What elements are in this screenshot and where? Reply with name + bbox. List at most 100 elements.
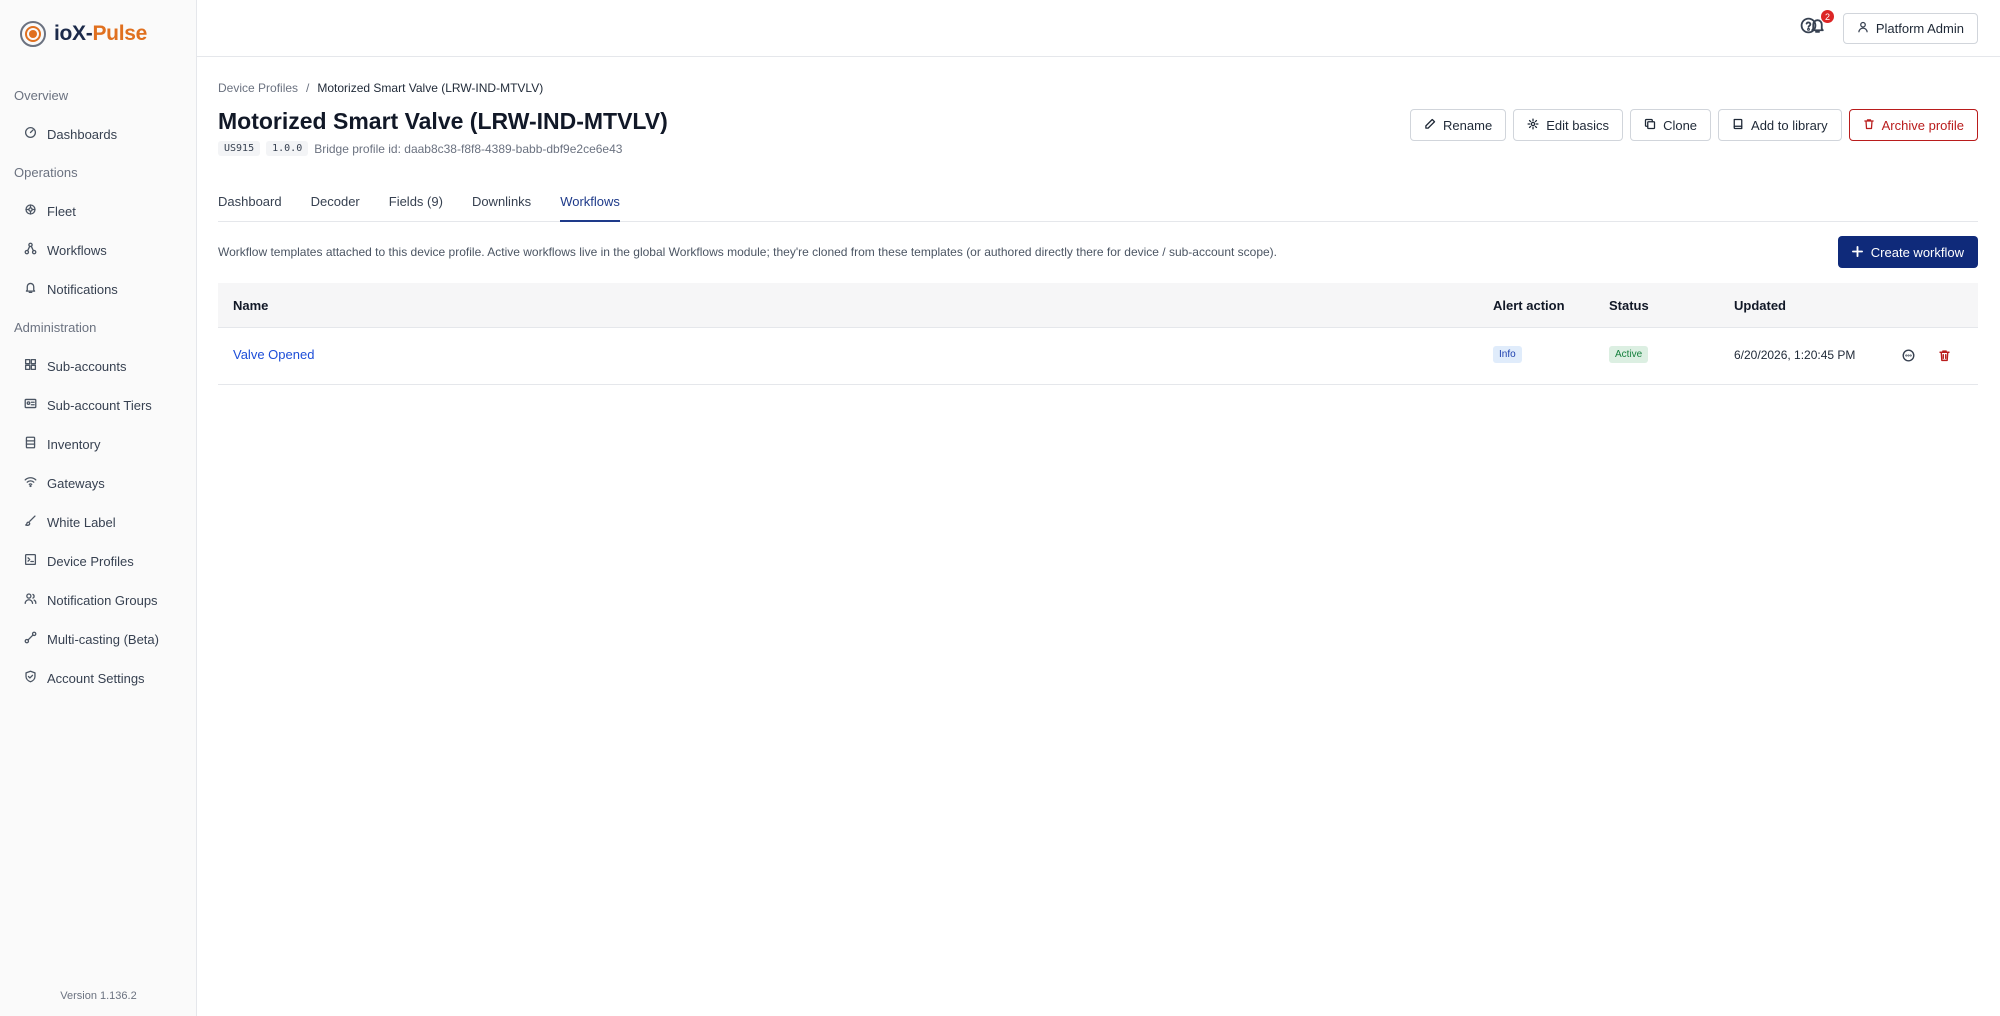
- edit-basics-button[interactable]: Edit basics: [1513, 109, 1624, 141]
- wifi-icon: [24, 475, 37, 491]
- add-to-library-label: Add to library: [1751, 117, 1828, 133]
- sidebar-item-label: Sub-accounts: [47, 358, 127, 374]
- status-badge: Active: [1609, 346, 1649, 363]
- region-chip: US915: [218, 141, 261, 156]
- breadcrumb-current: Motorized Smart Valve (LRW-IND-MTVLV): [317, 81, 544, 95]
- tab-downlinks[interactable]: Downlinks: [472, 186, 531, 222]
- help-button[interactable]: [1797, 17, 1819, 39]
- more-circle-icon: [1902, 349, 1915, 366]
- breadcrumb-separator: /: [306, 81, 310, 95]
- sidebar-item-label: Notification Groups: [47, 592, 158, 608]
- sidebar-item-label: Notifications: [47, 281, 118, 297]
- trash-icon: [1863, 118, 1875, 133]
- app-logo[interactable]: ioX-Pulse: [20, 20, 147, 48]
- alert-action-badge: Info: [1493, 346, 1522, 363]
- rename-label: Rename: [1443, 117, 1493, 133]
- sidebar-item-multi-casting[interactable]: Multi-casting (Beta): [24, 628, 159, 650]
- book-icon: [1732, 118, 1744, 133]
- sidebar-item-label: Account Settings: [47, 670, 145, 686]
- broadcast-icon: [24, 631, 37, 647]
- nav-section-overview: Overview: [14, 88, 69, 103]
- top-bar: 2 Platform Admin: [197, 0, 2000, 57]
- sidebar-item-fleet[interactable]: Fleet: [24, 200, 76, 222]
- sidebar-item-label: Workflows: [47, 242, 107, 258]
- help-icon: [1800, 17, 1817, 39]
- sidebar-item-gateways[interactable]: Gateways: [24, 472, 105, 494]
- tab-decoder[interactable]: Decoder: [311, 186, 360, 222]
- logo-icon: [20, 21, 46, 47]
- inventory-icon: [24, 436, 37, 452]
- plus-icon: [1851, 245, 1863, 260]
- clone-button[interactable]: Clone: [1630, 109, 1712, 141]
- archive-profile-button[interactable]: Archive profile: [1848, 109, 1978, 141]
- nav-section-operations: Operations: [14, 165, 78, 180]
- sidebar-item-dashboards[interactable]: Dashboards: [24, 123, 117, 145]
- gear-icon: [1527, 117, 1539, 133]
- fleet-icon: [24, 203, 37, 219]
- user-icon: [1857, 21, 1869, 36]
- breadcrumb: Device Profiles / Motorized Smart Valve …: [218, 81, 543, 95]
- sidebar-item-notification-groups[interactable]: Notification Groups: [24, 589, 158, 611]
- sidebar: ioX-Pulse Overview Dashboards Operations…: [0, 0, 197, 1016]
- sidebar-item-workflows[interactable]: Workflows: [24, 239, 107, 261]
- profile-tabs: Dashboard Decoder Fields (9) Downlinks W…: [218, 186, 1978, 222]
- sidebar-item-inventory[interactable]: Inventory: [24, 433, 100, 455]
- shield-icon: [24, 670, 37, 686]
- column-header-status[interactable]: Status: [1609, 298, 1649, 313]
- workflows-table: Name Alert action Status Updated Valve O…: [218, 283, 1978, 385]
- sidebar-item-notifications[interactable]: Notifications: [24, 278, 118, 300]
- workflows-description: Workflow templates attached to this devi…: [218, 245, 1278, 259]
- sidebar-item-account-settings[interactable]: Account Settings: [24, 667, 145, 689]
- profile-meta: US915 1.0.0 Bridge profile id: daab8c38-…: [218, 141, 622, 156]
- profile-actions: Rename Edit basics Clone Add to library …: [1410, 109, 1978, 141]
- sidebar-item-label: Dashboards: [47, 126, 118, 142]
- archive-label: Archive profile: [1881, 117, 1964, 133]
- workflow-name-link[interactable]: Valve Opened: [233, 347, 314, 362]
- tab-fields[interactable]: Fields (9): [389, 186, 443, 222]
- edit-basics-label: Edit basics: [1546, 117, 1610, 133]
- grid-icon: [24, 358, 37, 374]
- column-header-updated[interactable]: Updated: [1734, 298, 1786, 313]
- user-menu-button[interactable]: Platform Admin: [1842, 13, 1978, 44]
- sidebar-item-label: Multi-casting (Beta): [47, 631, 159, 647]
- users-icon: [24, 592, 37, 608]
- sidebar-item-label: Inventory: [47, 436, 101, 452]
- column-header-name[interactable]: Name: [233, 298, 268, 313]
- rename-button[interactable]: Rename: [1410, 109, 1507, 141]
- updated-timestamp: 6/20/2026, 1:20:45 PM: [1734, 348, 1856, 362]
- sidebar-item-label: Device Profiles: [47, 553, 134, 569]
- tab-workflows[interactable]: Workflows: [560, 186, 620, 222]
- breadcrumb-link-device-profiles[interactable]: Device Profiles: [218, 81, 298, 95]
- tab-dashboard[interactable]: Dashboard: [218, 186, 282, 222]
- column-header-alert-action[interactable]: Alert action: [1493, 298, 1565, 313]
- app-version: Version 1.136.2: [60, 990, 137, 1002]
- pencil-icon: [1424, 118, 1436, 133]
- page-title: Motorized Smart Valve (LRW-IND-MTVLV): [218, 108, 668, 134]
- sidebar-item-device-profiles[interactable]: Device Profiles: [24, 550, 134, 572]
- sidebar-item-label: Gateways: [47, 475, 105, 491]
- trash-icon: [1938, 349, 1951, 366]
- clone-label: Clone: [1663, 117, 1698, 133]
- create-workflow-button[interactable]: Create workflow: [1837, 236, 1978, 268]
- logo-text: ioX-Pulse: [54, 22, 147, 45]
- sidebar-item-label: Fleet: [47, 203, 76, 219]
- delete-workflow-button[interactable]: [1938, 349, 1953, 364]
- sidebar-item-sub-account-tiers[interactable]: Sub-account Tiers: [24, 394, 152, 416]
- create-workflow-label: Create workflow: [1870, 244, 1964, 260]
- add-to-library-button[interactable]: Add to library: [1718, 109, 1842, 141]
- table-row: Valve Opened Info Active 6/20/2026, 1:20…: [218, 328, 1978, 385]
- copy-icon: [1644, 118, 1656, 133]
- sidebar-item-label: White Label: [47, 514, 116, 530]
- dashboard-icon: [24, 126, 37, 142]
- version-chip: 1.0.0: [266, 141, 309, 156]
- workflow-icon: [24, 242, 37, 258]
- sidebar-item-white-label[interactable]: White Label: [24, 511, 116, 533]
- sidebar-item-sub-accounts[interactable]: Sub-accounts: [24, 355, 127, 377]
- bell-icon: [24, 281, 37, 297]
- user-name: Platform Admin: [1875, 21, 1964, 36]
- nav-section-administration: Administration: [14, 320, 97, 335]
- table-header: Name Alert action Status Updated: [218, 283, 1978, 328]
- bridge-profile-id: Bridge profile id: daab8c38-f8f8-4389-ba…: [314, 141, 623, 156]
- profile-icon: [24, 553, 37, 569]
- more-options-button[interactable]: [1902, 349, 1917, 364]
